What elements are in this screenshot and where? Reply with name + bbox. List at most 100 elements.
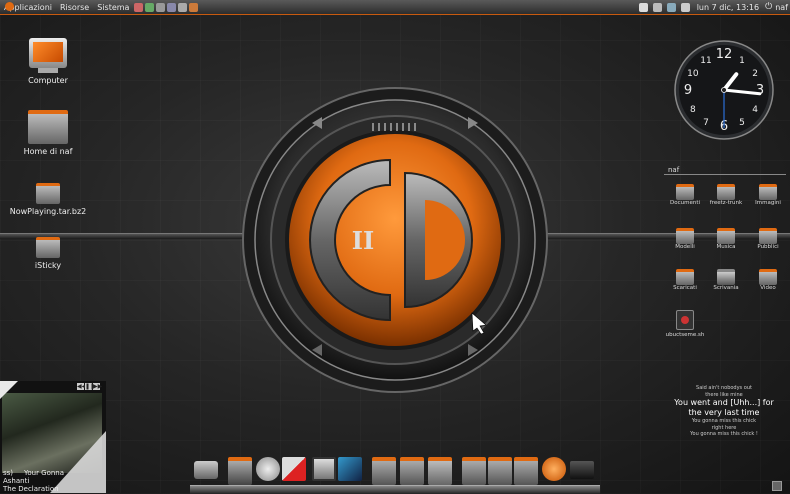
- panel-clock[interactable]: lun 7 dic, 13:16: [697, 3, 759, 12]
- home-folder-icon: [3, 110, 93, 144]
- dock-terminal-icon[interactable]: [570, 461, 594, 479]
- file-grid-item-scaricati[interactable]: Scaricati: [665, 269, 705, 291]
- show-desktop-button[interactable]: [772, 481, 782, 491]
- clock-numeral: 10: [687, 69, 699, 79]
- folder-icon: [676, 269, 694, 285]
- lyrics-line-highlight: You went and [Uhh...] for: [674, 398, 774, 407]
- dock-gear-icon[interactable]: [256, 457, 280, 481]
- folder-icon: [676, 228, 694, 244]
- file-grid-item-label: Pubblici: [757, 244, 779, 250]
- clock-numeral: 7: [703, 118, 709, 128]
- folder-icon: [717, 228, 735, 244]
- file-grid-item-label: Scrivania: [713, 285, 739, 291]
- clock-numeral: 9: [684, 83, 692, 98]
- file-grid-item-label: Scaricati: [673, 285, 697, 291]
- file-grid-item-immagini[interactable]: Immagini: [748, 184, 788, 206]
- file-grid-item-script[interactable]: ubuctseme.sh: [665, 310, 705, 338]
- notification-icon[interactable]: [638, 2, 648, 12]
- clock-numeral: 5: [739, 118, 745, 128]
- lyrics-line: You gonna miss this chick !: [690, 431, 758, 437]
- archive-icon: [3, 183, 93, 204]
- file-grid-item-modelli[interactable]: Modelli: [665, 228, 705, 250]
- top-panel: Applicazioni Risorse Sistema lun 7 dic, …: [0, 0, 790, 15]
- now-playing-widget: ◀◀ ❚❚ ▶▶ ss) Your Gonna Ashanti The Decl…: [0, 381, 106, 493]
- lyrics-widget: Said ain't nobodys out there like mine Y…: [668, 385, 780, 438]
- file-grid-item-video[interactable]: Video: [748, 269, 788, 291]
- file-grid-item-label: ubuctseme.sh: [665, 332, 705, 338]
- desktop-icon-computer[interactable]: Computer: [3, 38, 93, 85]
- file-grid-item-label: freetz-trunk: [709, 200, 743, 206]
- cd-emblem-logo: II: [242, 87, 548, 393]
- file-grid-item-freetz[interactable]: freetz-trunk: [706, 184, 746, 206]
- player-album: The Declaration: [3, 485, 59, 493]
- launcher-files-icon[interactable]: [156, 2, 166, 12]
- ubuntu-logo-icon[interactable]: [5, 2, 14, 11]
- script-file-icon: [676, 310, 694, 330]
- launcher-chat-icon[interactable]: [178, 2, 188, 12]
- battery-icon[interactable]: [652, 2, 662, 12]
- file-grid-item-pubblici[interactable]: Pubblici: [748, 228, 788, 250]
- file-grid-item-label: Documenti: [669, 200, 701, 206]
- dock-pictures-folder-icon[interactable]: [514, 457, 538, 485]
- desktop-icon-nowplaying[interactable]: NowPlaying.tar.bz2: [3, 183, 93, 216]
- desktop-icon-isticky[interactable]: iSticky: [3, 237, 93, 270]
- panel-tray: lun 7 dic, 13:16 ⏻ naf: [638, 0, 788, 14]
- dock-browser-icon[interactable]: [542, 457, 566, 481]
- clock-numeral: 11: [700, 56, 711, 66]
- dock: [190, 455, 600, 494]
- dock-folder-music-icon[interactable]: [400, 457, 424, 485]
- dock-trash-icon[interactable]: [228, 457, 252, 485]
- folder-icon: [3, 237, 93, 258]
- player-track: Your Gonna: [24, 469, 65, 477]
- clock-numeral: 1: [739, 56, 745, 66]
- dock-display-icon[interactable]: [312, 457, 336, 481]
- launcher-mail-icon[interactable]: [167, 2, 177, 12]
- dock-image-icon[interactable]: [428, 457, 452, 485]
- folder-icon: [676, 184, 694, 200]
- network-icon[interactable]: [666, 2, 676, 12]
- file-grid-item-label: Modelli: [675, 244, 695, 250]
- dock-cursor-icon[interactable]: [338, 457, 362, 481]
- file-grid-item-documenti[interactable]: Documenti: [665, 184, 705, 206]
- menu-risorse[interactable]: Risorse: [56, 3, 93, 12]
- folder-icon: [759, 269, 777, 285]
- desktop-icon-label: Home di naf: [23, 147, 73, 156]
- dock-printer-icon[interactable]: [194, 461, 218, 479]
- clock-numeral: 12: [716, 47, 733, 62]
- clock-numeral: 3: [756, 83, 764, 98]
- file-grid-title: naf: [668, 166, 680, 174]
- player-artist: Ashanti: [3, 477, 30, 485]
- file-grid-item-label: Immagini: [755, 200, 781, 206]
- file-grid-item-musica[interactable]: Musica: [706, 228, 746, 250]
- dock-export-icon[interactable]: [282, 457, 306, 481]
- file-grid-item-label: Musica: [716, 244, 736, 250]
- launcher-firefox-icon[interactable]: [134, 2, 144, 12]
- dock-downloads-icon[interactable]: [488, 457, 512, 485]
- folder-icon: [759, 184, 777, 200]
- launcher-editor-icon[interactable]: [189, 2, 199, 12]
- file-grid-item-label: Video: [760, 285, 776, 291]
- clock-numeral: 4: [752, 105, 758, 115]
- desktop-icon-label: Computer: [28, 76, 68, 85]
- monitor-icon: [3, 38, 93, 73]
- menu-sistema[interactable]: Sistema: [93, 3, 133, 12]
- desktop-icon-label: NowPlaying.tar.bz2: [9, 207, 87, 216]
- power-icon[interactable]: ⏻: [765, 2, 772, 12]
- launcher-terminal-icon[interactable]: [145, 2, 155, 12]
- folder-icon: [759, 228, 777, 244]
- dock-home-folder-icon[interactable]: [462, 457, 486, 485]
- dock-folder-icon[interactable]: [372, 457, 396, 485]
- panel-user[interactable]: naf: [775, 3, 788, 12]
- volume-icon[interactable]: [680, 2, 690, 12]
- clock-numeral: 8: [690, 105, 696, 115]
- analog-clock-widget[interactable]: 121234567891011: [674, 40, 774, 140]
- file-grid-divider: [664, 174, 786, 175]
- player-prefix: ss): [3, 469, 14, 477]
- emblem-glyph: II: [352, 226, 374, 255]
- clock-numeral: 2: [752, 69, 758, 79]
- desktop-icon-label: iSticky: [34, 261, 62, 270]
- lyrics-line-highlight: the very last time: [688, 408, 760, 417]
- desktop-icon-home[interactable]: Home di naf: [3, 110, 93, 156]
- file-grid-item-scrivania[interactable]: Scrivania: [706, 269, 746, 291]
- folder-icon: [717, 269, 735, 285]
